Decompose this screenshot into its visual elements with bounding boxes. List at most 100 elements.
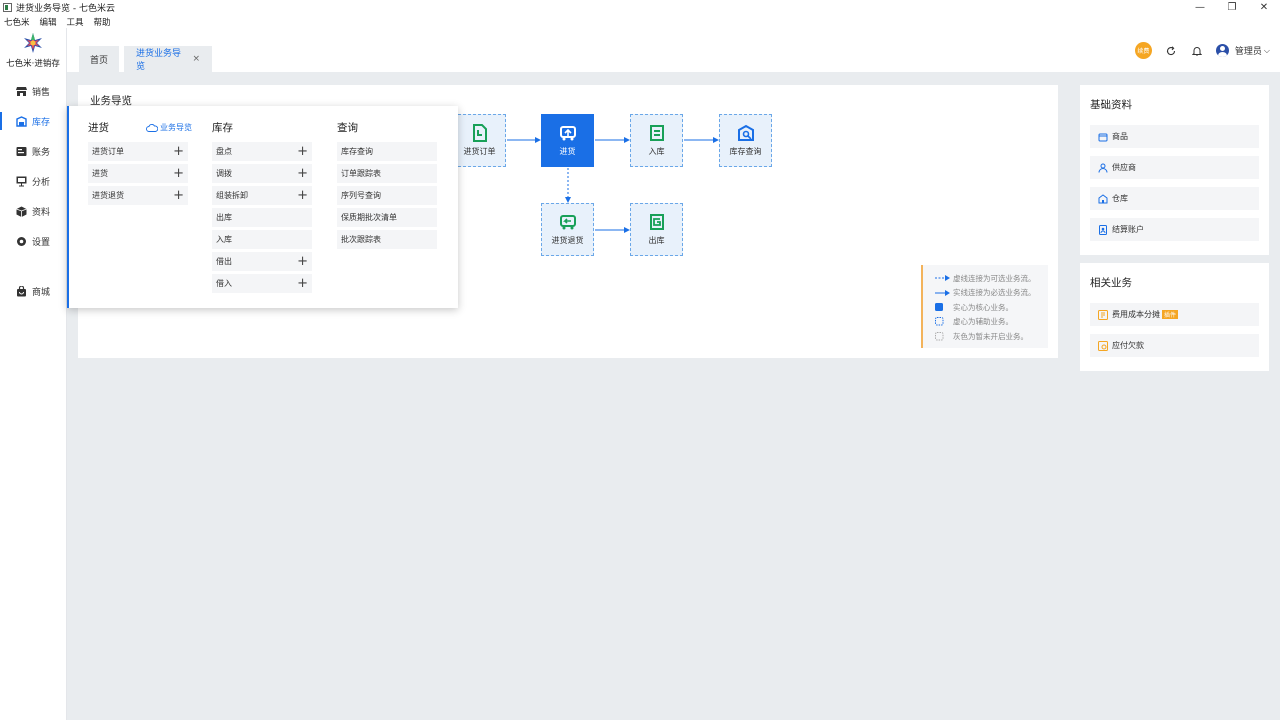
supplier-icon — [1097, 162, 1108, 173]
inventory-icon — [16, 115, 27, 127]
related-item-payables[interactable]: 应付欠款 — [1090, 334, 1259, 357]
popup-item-expiry-batch[interactable]: 保质期批次清单 — [337, 208, 437, 227]
tab-label: 进货业务导览 — [136, 49, 182, 72]
popup-item-purchase[interactable]: 进货 + — [88, 164, 188, 183]
user-name: 管理员 — [1234, 47, 1262, 57]
document-icon — [472, 124, 487, 142]
flow-node-purchase-return[interactable]: 进货退货 — [541, 203, 594, 256]
popup-item-lend-out[interactable]: 借出 + — [212, 252, 312, 271]
sidebar-item-label: 销售 — [32, 87, 51, 98]
flow-node-stock-query[interactable]: 库存查询 — [719, 114, 772, 167]
logo-star-icon — [24, 33, 42, 53]
sidebar-item-sales[interactable]: 销售 — [0, 76, 66, 106]
flow-node-label: 进货退货 — [551, 236, 584, 245]
logo: 七色米·进销存 — [0, 28, 66, 74]
renew-badge[interactable]: 续费 — [1134, 42, 1152, 59]
tab-close-icon[interactable]: × — [192, 54, 200, 64]
outstock-icon — [649, 214, 664, 230]
flow-node-label: 进货 — [559, 147, 576, 156]
store-icon — [16, 86, 27, 97]
avatar — [1215, 44, 1229, 57]
plus-icon[interactable]: + — [173, 167, 184, 180]
popup-item-serial-query[interactable]: 序列号查询 — [337, 186, 437, 205]
business-guide-link[interactable]: 业务导览 — [146, 122, 192, 133]
popup-item-purchase-order[interactable]: 进货订单 + — [88, 142, 188, 161]
close-window-button[interactable]: ✕ — [1248, 0, 1280, 15]
popup-item-borrow-in[interactable]: 借入 + — [212, 274, 312, 293]
popup-item-assembly[interactable]: 组装拆卸 + — [212, 186, 312, 205]
inventory-popup-menu: 进货 业务导览 进货订单 + 进货 + 进货退货 + 库存 盘点 + 调拨 + 组装拆卸 +… — [67, 106, 458, 308]
popup-col-title: 库存 — [212, 122, 233, 134]
shop-bag-icon — [16, 285, 27, 297]
popup-item-stock-query[interactable]: 库存查询 — [337, 142, 437, 161]
sidebar: 七色米·进销存 销售 库存 账务 分析 资料 设置 商城 — [0, 28, 67, 720]
flow-node-label: 进货订单 — [463, 147, 496, 156]
chevron-down-icon: ⌵ — [1263, 45, 1270, 55]
popup-col-query: 查询 库存查询 订单跟踪表 序列号查询 保质期批次清单 批次跟踪表 — [337, 120, 437, 252]
menu-help[interactable]: 帮助 — [94, 16, 111, 28]
menu-qisemi[interactable]: 七色米 — [4, 16, 30, 28]
flow-node-outstock[interactable]: 出库 — [630, 203, 683, 256]
sidebar-item-label: 资料 — [32, 207, 51, 218]
sidebar-item-settings[interactable]: 设置 — [0, 226, 66, 256]
goods-icon — [1097, 131, 1108, 142]
chart-icon — [16, 176, 27, 187]
plus-icon[interactable]: + — [173, 189, 184, 202]
menu-edit[interactable]: 编辑 — [40, 16, 57, 28]
gear-icon — [16, 236, 27, 247]
sidebar-item-label: 商城 — [32, 287, 51, 298]
bell-icon[interactable] — [1190, 44, 1204, 58]
popup-item-order-tracking[interactable]: 订单跟踪表 — [337, 164, 437, 183]
plus-icon[interactable]: + — [297, 167, 308, 180]
related-item-cost-allocation[interactable]: 费用成本分摊 插件 — [1090, 303, 1259, 326]
basic-item-goods[interactable]: 商品 — [1090, 125, 1259, 148]
basic-item-warehouse[interactable]: 仓库 — [1090, 187, 1259, 210]
account-icon — [1097, 224, 1108, 235]
sidebar-item-mall[interactable]: 商城 — [0, 276, 66, 306]
tab-purchase-guide[interactable]: 进货业务导览 × — [124, 46, 212, 72]
refresh-icon[interactable] — [1164, 44, 1178, 58]
sidebar-item-accounts[interactable]: 账务 — [0, 136, 66, 166]
popup-item-purchase-return[interactable]: 进货退货 + — [88, 186, 188, 205]
tab-home[interactable]: 首页 — [79, 46, 119, 72]
flow-node-purchase-order[interactable]: 进货订单 — [453, 114, 506, 167]
plus-icon[interactable]: + — [297, 277, 308, 290]
ledger-icon — [16, 146, 27, 157]
menu-tools[interactable]: 工具 — [67, 16, 84, 28]
popup-item-instock[interactable]: 入库 — [212, 230, 312, 249]
popup-item-transfer[interactable]: 调拨 + — [212, 164, 312, 183]
return-truck-icon — [559, 215, 576, 230]
sidebar-item-label: 设置 — [32, 237, 51, 248]
plus-icon[interactable]: + — [297, 189, 308, 202]
purchase-truck-icon — [559, 126, 576, 141]
plus-icon[interactable]: + — [297, 145, 308, 158]
flow-node-purchase[interactable]: 进货 — [541, 114, 594, 167]
logo-text: 七色米·进销存 — [6, 59, 60, 69]
tab-bar: 首页 进货业务导览 × 续费 管理员 ⌵ — [67, 28, 1280, 72]
flow-node-label: 入库 — [648, 147, 665, 156]
popup-item-batch-tracking[interactable]: 批次跟踪表 — [337, 230, 437, 249]
sidebar-item-analysis[interactable]: 分析 — [0, 166, 66, 196]
restore-button[interactable]: ❐ — [1216, 0, 1248, 15]
basic-item-supplier[interactable]: 供应商 — [1090, 156, 1259, 179]
basic-item-account[interactable]: 结算账户 — [1090, 218, 1259, 241]
legend-dashed-row: 虚线连接为可选业务流。 — [935, 271, 1048, 286]
popup-col-inventory: 库存 盘点 + 调拨 + 组装拆卸 + 出库 入库 借出 + 借入 + — [212, 120, 312, 296]
payables-icon — [1097, 340, 1108, 351]
sidebar-item-data[interactable]: 资料 — [0, 196, 66, 226]
plugin-tag: 插件 — [1162, 310, 1179, 319]
sidebar-item-label: 库存 — [32, 117, 51, 128]
plus-icon[interactable]: + — [297, 255, 308, 268]
minimize-button[interactable]: — — [1184, 0, 1216, 15]
flow-legend: 虚线连接为可选业务流。 实线连接为必选业务流。 实心为核心业务。 虚心为辅助业务… — [921, 265, 1048, 348]
popup-item-stocktake[interactable]: 盘点 + — [212, 142, 312, 161]
plus-icon[interactable]: + — [173, 145, 184, 158]
legend-disabled-row: 灰色为暂未开启业务。 — [935, 329, 1048, 344]
basic-data-card: 基础资料 商品 供应商 仓库 结算账户 — [1080, 85, 1269, 255]
user-menu[interactable]: 管理员 ⌵ — [1215, 44, 1270, 57]
stock-search-icon — [737, 124, 754, 141]
flow-node-instock[interactable]: 入库 — [630, 114, 683, 167]
popup-item-outstock[interactable]: 出库 — [212, 208, 312, 227]
sidebar-item-inventory[interactable]: 库存 — [0, 106, 66, 136]
related-business-card: 相关业务 费用成本分摊 插件 应付欠款 — [1080, 263, 1269, 371]
